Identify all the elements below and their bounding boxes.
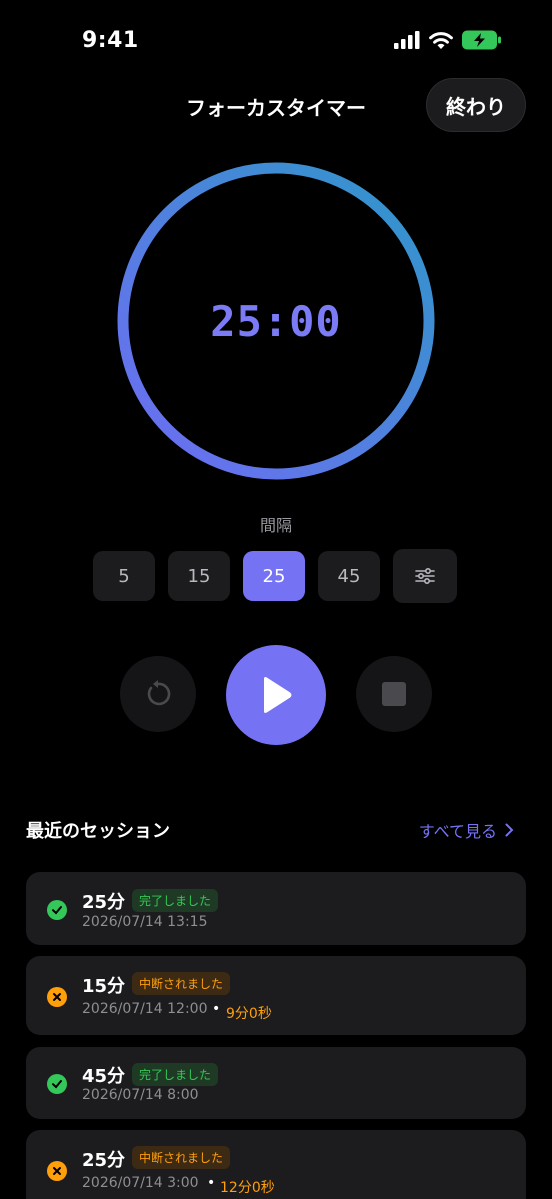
session-elapsed: 9分0秒 (226, 1006, 272, 1022)
recent-sessions-title: 最近のセッション (26, 821, 170, 842)
session-elapsed: 12分0秒 (220, 1180, 275, 1196)
session-card[interactable]: 15分 中断されました 2026/07/14 12:00 • 9分0秒 (26, 956, 526, 1035)
session-duration: 25分 (82, 1150, 126, 1171)
check-circle-icon (47, 900, 67, 920)
interval-option-5[interactable]: 5 (93, 551, 155, 601)
status-badge: 中断されました (132, 1146, 231, 1169)
session-date: 2026/07/14 12:00 (82, 1001, 208, 1017)
play-icon (264, 677, 292, 713)
see-all-link[interactable]: すべて見る (419, 818, 514, 842)
interval-selector: 5 15 25 45 (93, 549, 457, 603)
sliders-icon (415, 568, 435, 584)
interval-option-25[interactable]: 25 (243, 551, 305, 601)
session-card[interactable]: 25分 完了しました 2026/07/14 13:15 (26, 872, 526, 945)
session-duration: 45分 (82, 1066, 126, 1087)
session-card[interactable]: 25分 中断されました 2026/07/14 3:00 • 12分0秒 (26, 1130, 526, 1199)
session-duration: 25分 (82, 892, 126, 913)
separator-dot: • (212, 1001, 221, 1017)
session-date: 2026/07/14 3:00 (82, 1175, 199, 1191)
chevron-right-icon (505, 823, 514, 837)
interval-option-45[interactable]: 45 (318, 551, 380, 601)
cellular-signal-icon (394, 31, 420, 49)
x-circle-icon (47, 1161, 67, 1181)
interval-label: 間隔 (259, 516, 292, 535)
stop-icon (382, 682, 406, 706)
status-badge: 完了しました (132, 889, 219, 912)
interval-settings-button[interactable] (393, 549, 457, 603)
battery-charging-icon (462, 30, 501, 50)
check-circle-icon (47, 1074, 67, 1094)
interval-option-15[interactable]: 15 (168, 551, 230, 601)
session-date: 2026/07/14 13:15 (82, 914, 208, 930)
timer-display: 25:00 (210, 296, 342, 346)
status-badge: 中断されました (132, 972, 231, 995)
status-time: 9:41 (82, 28, 139, 53)
see-all-label: すべて見る (418, 822, 497, 841)
session-duration: 15分 (82, 976, 126, 997)
separator-dot: • (207, 1175, 216, 1191)
session-date: 2026/07/14 8:00 (82, 1087, 199, 1103)
status-icons (394, 30, 502, 50)
x-circle-icon (47, 987, 67, 1007)
wifi-icon (429, 32, 453, 49)
reset-button[interactable] (120, 656, 196, 732)
reset-icon (147, 680, 171, 706)
done-button[interactable]: 終わり (426, 78, 526, 132)
play-button[interactable] (226, 645, 326, 745)
session-card[interactable]: 45分 完了しました 2026/07/14 8:00 (26, 1047, 526, 1119)
status-badge: 完了しました (132, 1063, 219, 1086)
status-bar: 9:41 (0, 0, 552, 84)
stop-button[interactable] (356, 656, 432, 732)
